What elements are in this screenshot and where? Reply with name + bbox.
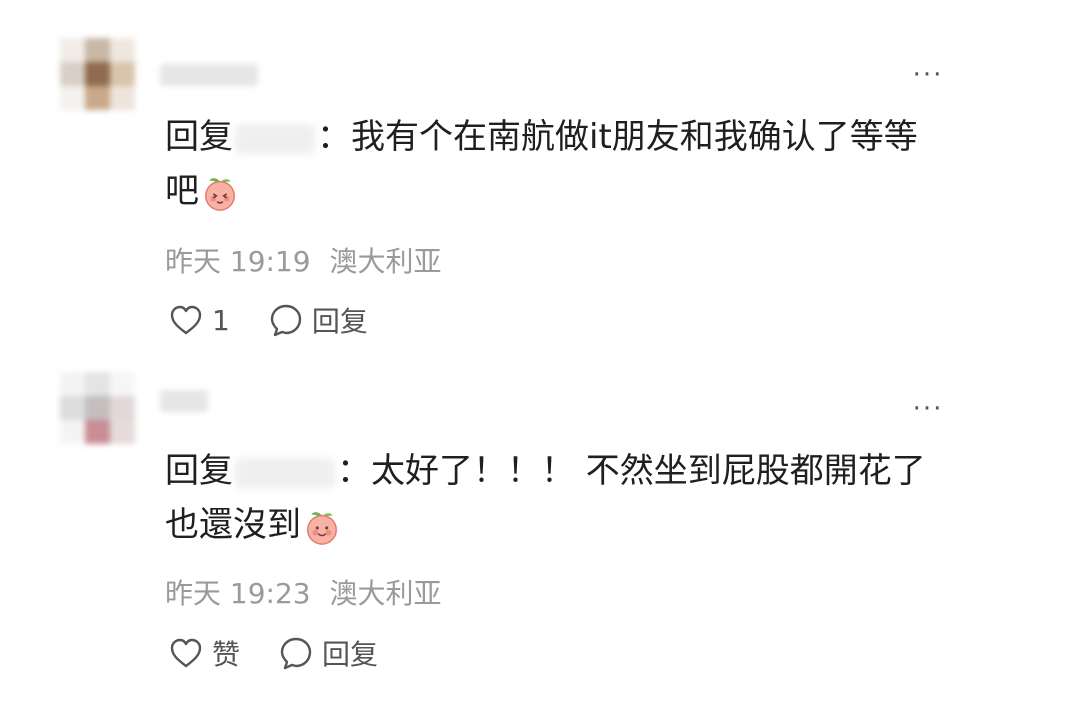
speech-bubble-icon <box>270 304 302 337</box>
comment-meta: 昨天 19:19 澳大利亚 <box>165 240 442 280</box>
comment-text: 回复 ：我有个在南航做it朋友和我确认了等等 吧 <box>165 117 918 211</box>
peach-face-emoji <box>205 177 235 211</box>
comment-time: 昨天 19:19 <box>165 245 311 278</box>
comment-text: 回复 ：太好了！！！ 不然坐到屁股都開花了 也還沒到 <box>165 451 926 545</box>
like-button[interactable]: 1 <box>168 303 230 337</box>
comment-body-line1: 我有个在南航做it朋友和我确认了等等 <box>351 117 918 157</box>
comment-time: 昨天 19:23 <box>165 577 311 610</box>
peach-face-emoji <box>307 511 337 545</box>
comment-actions: 赞 回复 <box>168 633 378 673</box>
avatar[interactable] <box>60 38 136 110</box>
comment-body-line1: 太好了！！！ 不然坐到屁股都開花了 <box>371 451 926 491</box>
heart-icon <box>170 305 202 335</box>
comment-location: 澳大利亚 <box>329 245 442 278</box>
username-blurred[interactable] <box>160 390 208 412</box>
avatar[interactable] <box>60 372 136 444</box>
comment-body-line2: 吧 <box>165 171 199 211</box>
reply-label: 回复 <box>311 305 368 338</box>
reply-label: 回复 <box>322 638 379 671</box>
mention-blurred[interactable] <box>235 457 335 488</box>
like-count: 1 <box>212 303 230 337</box>
username-blurred[interactable] <box>160 64 258 86</box>
reply-prefix: 回复 <box>165 451 233 491</box>
comment-meta: 昨天 19:23 澳大利亚 <box>165 572 442 612</box>
comment-body-line2: 也還沒到 <box>165 505 301 545</box>
comment-actions: 1 回复 <box>168 300 368 340</box>
like-button[interactable]: 赞 <box>168 633 240 673</box>
reply-button[interactable]: 回复 <box>268 300 368 340</box>
more-options-icon[interactable]: ··· <box>906 62 950 90</box>
like-label: 赞 <box>212 638 241 671</box>
reply-prefix: 回复 <box>165 117 233 157</box>
mention-blurred[interactable] <box>235 123 315 154</box>
more-options-icon[interactable]: ··· <box>906 396 950 424</box>
comment-location: 澳大利亚 <box>329 577 442 610</box>
heart-icon <box>170 638 202 668</box>
reply-button[interactable]: 回复 <box>278 633 378 673</box>
speech-bubble-icon <box>280 637 312 670</box>
